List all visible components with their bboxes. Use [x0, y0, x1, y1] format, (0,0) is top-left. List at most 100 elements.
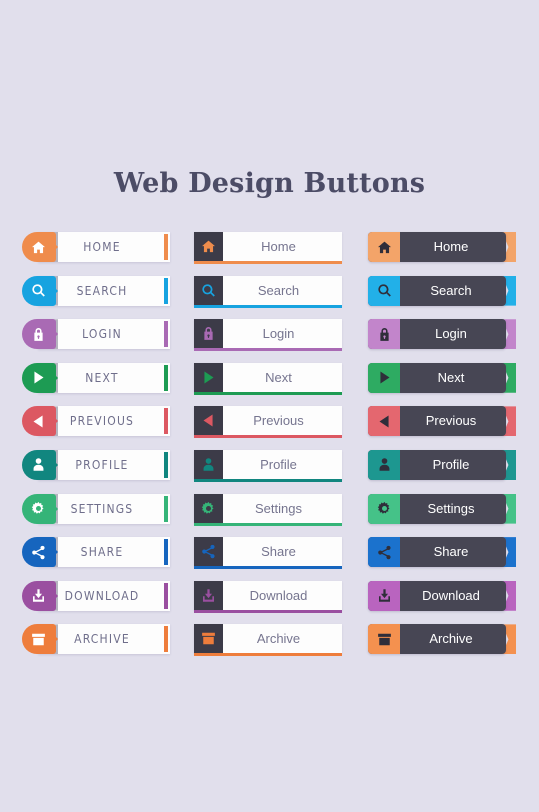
play-right-icon [368, 362, 400, 393]
button-underline [194, 609, 342, 613]
archive-icon [368, 624, 400, 655]
button-label: Archive [256, 631, 301, 647]
button-label: Download [249, 587, 308, 603]
button-settings-underline[interactable]: Settings [194, 493, 342, 527]
button-row: NEXT [22, 362, 170, 393]
button-row: Search [368, 275, 516, 306]
button-previous-light[interactable]: PREVIOUS [22, 406, 170, 437]
button-label: Profile [432, 456, 470, 472]
button-label: Home [261, 239, 296, 254]
search-icon [27, 280, 49, 302]
button-previous-underline[interactable]: Previous [194, 406, 342, 439]
button-label: Next [265, 369, 292, 385]
button-label: Login [262, 326, 295, 342]
button-row: SEARCH [22, 275, 170, 306]
button-label: Archive [429, 631, 473, 647]
archive-icon [194, 624, 223, 654]
button-row: Next [368, 362, 516, 393]
button-underline [194, 478, 342, 482]
button-search-light[interactable]: SEARCH [22, 275, 170, 306]
button-profile-dark[interactable]: Profile [368, 449, 516, 480]
button-row: ARCHIVE [22, 624, 170, 655]
button-underline [194, 435, 342, 439]
badge-notch [52, 415, 58, 428]
button-archive-dark[interactable]: Archive [368, 624, 516, 655]
button-row: Share [194, 537, 342, 570]
home-icon [194, 232, 223, 261]
button-profile-light[interactable]: PROFILE [22, 449, 170, 480]
button-home-dark[interactable]: Home [368, 232, 516, 262]
button-next-underline[interactable]: Next [194, 362, 342, 396]
button-previous-dark[interactable]: Previous [368, 406, 516, 437]
badge-notch [52, 241, 58, 253]
button-login-light[interactable]: LOGIN [22, 319, 170, 350]
download-icon [194, 580, 223, 610]
gear-icon [27, 498, 49, 520]
button-row: Search [194, 275, 342, 309]
button-row: LOGIN [22, 319, 170, 350]
button-row: PROFILE [22, 449, 170, 480]
button-download-underline[interactable]: Download [194, 580, 342, 614]
button-search-underline[interactable]: Search [194, 275, 342, 309]
button-row: HOME [22, 232, 170, 262]
button-next-dark[interactable]: Next [368, 362, 516, 393]
button-archive-light[interactable]: ARCHIVE [22, 624, 170, 655]
gear-icon [368, 493, 400, 524]
button-label: Previous [425, 413, 477, 429]
play-right-icon [194, 362, 223, 392]
button-home-light[interactable]: HOME [22, 232, 170, 262]
button-search-dark[interactable]: Search [368, 275, 516, 306]
button-label: NEXT [85, 370, 119, 385]
button-row: Archive [194, 624, 342, 657]
search-icon [368, 275, 400, 306]
badge-notch [52, 328, 58, 341]
button-download-dark[interactable]: Download [368, 580, 516, 611]
user-icon [368, 449, 400, 480]
button-label: Share [433, 544, 469, 560]
button-archive-underline[interactable]: Archive [194, 624, 342, 657]
button-settings-dark[interactable]: Settings [368, 493, 516, 524]
badge-notch [52, 546, 58, 559]
user-icon [27, 454, 49, 476]
button-row: Previous [368, 406, 516, 437]
button-label: Search [257, 282, 300, 298]
page-root: Web Design Buttons HOME SEARCH LOGIN NEXT PR… [0, 0, 539, 812]
button-row: DOWNLOAD [22, 580, 170, 611]
button-download-light[interactable]: DOWNLOAD [22, 580, 170, 611]
button-share-light[interactable]: SHARE [22, 537, 170, 568]
lock-icon [194, 319, 223, 349]
button-row: Home [368, 232, 516, 262]
button-next-light[interactable]: NEXT [22, 362, 170, 393]
button-column-light: HOME SEARCH LOGIN NEXT PREVIOUS PROFILE SETTIN… [22, 232, 170, 668]
button-underline [194, 348, 342, 352]
button-label: SHARE [80, 545, 124, 560]
button-label: ARCHIVE [74, 632, 130, 647]
button-underline [194, 391, 342, 395]
button-end-bar [164, 321, 168, 348]
button-login-underline[interactable]: Login [194, 319, 342, 352]
button-home-underline[interactable]: Home [194, 232, 342, 265]
button-row: Archive [368, 624, 516, 655]
button-row: Download [368, 580, 516, 611]
download-icon [27, 585, 49, 607]
button-row: Login [368, 319, 516, 350]
button-settings-light[interactable]: SETTINGS [22, 493, 170, 524]
button-share-dark[interactable]: Share [368, 537, 516, 568]
home-icon [368, 232, 400, 262]
button-end-bar [164, 408, 168, 435]
button-end-bar [164, 364, 168, 391]
button-underline [194, 566, 342, 570]
button-profile-underline[interactable]: Profile [194, 449, 342, 483]
button-underline [194, 653, 342, 657]
share-icon [27, 541, 49, 563]
badge-notch [52, 458, 58, 471]
button-label: SEARCH [76, 283, 128, 298]
gear-icon [194, 493, 223, 523]
button-underline [194, 522, 342, 526]
button-row: Login [194, 319, 342, 352]
search-icon [194, 275, 223, 305]
button-end-bar [164, 539, 168, 566]
button-login-dark[interactable]: Login [368, 319, 516, 350]
button-share-underline[interactable]: Share [194, 537, 342, 570]
button-row: Share [368, 537, 516, 568]
